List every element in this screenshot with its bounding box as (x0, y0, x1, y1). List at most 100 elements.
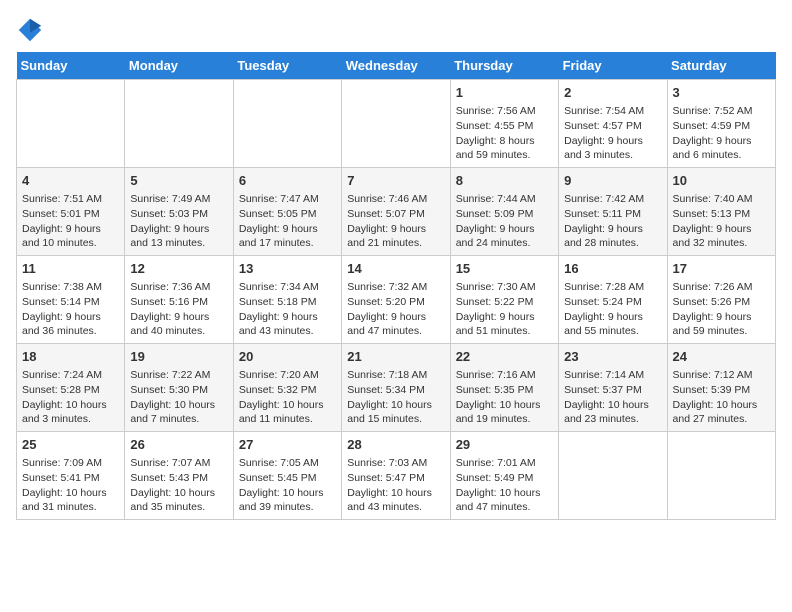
calendar-cell: 9Sunrise: 7:42 AMSunset: 5:11 PMDaylight… (559, 168, 667, 256)
sunset-text: Sunset: 5:43 PM (130, 472, 208, 484)
calendar-cell (233, 80, 341, 168)
calendar-cell: 7Sunrise: 7:46 AMSunset: 5:07 PMDaylight… (342, 168, 450, 256)
sunrise-text: Sunrise: 7:12 AM (673, 369, 753, 381)
date-number: 17 (673, 260, 770, 278)
sunrise-text: Sunrise: 7:32 AM (347, 281, 427, 293)
calendar-cell: 15Sunrise: 7:30 AMSunset: 5:22 PMDayligh… (450, 256, 558, 344)
sunrise-text: Sunrise: 7:40 AM (673, 193, 753, 205)
date-number: 20 (239, 348, 336, 366)
sunrise-text: Sunrise: 7:54 AM (564, 105, 644, 117)
daylight-text: Daylight: 9 hours and 28 minutes. (564, 223, 643, 250)
date-number: 14 (347, 260, 444, 278)
week-row-4: 18Sunrise: 7:24 AMSunset: 5:28 PMDayligh… (17, 344, 776, 432)
date-number: 3 (673, 84, 770, 102)
sunrise-text: Sunrise: 7:46 AM (347, 193, 427, 205)
logo-icon (16, 16, 44, 44)
day-header-saturday: Saturday (667, 52, 775, 80)
date-number: 7 (347, 172, 444, 190)
sunrise-text: Sunrise: 7:36 AM (130, 281, 210, 293)
date-number: 9 (564, 172, 661, 190)
calendar-cell: 14Sunrise: 7:32 AMSunset: 5:20 PMDayligh… (342, 256, 450, 344)
date-number: 12 (130, 260, 227, 278)
date-number: 19 (130, 348, 227, 366)
daylight-text: Daylight: 10 hours and 27 minutes. (673, 399, 758, 426)
sunrise-text: Sunrise: 7:01 AM (456, 457, 536, 469)
daylight-text: Daylight: 9 hours and 17 minutes. (239, 223, 318, 250)
daylight-text: Daylight: 10 hours and 35 minutes. (130, 487, 215, 514)
calendar-cell (559, 432, 667, 520)
sunrise-text: Sunrise: 7:22 AM (130, 369, 210, 381)
calendar-cell: 12Sunrise: 7:36 AMSunset: 5:16 PMDayligh… (125, 256, 233, 344)
calendar-cell: 24Sunrise: 7:12 AMSunset: 5:39 PMDayligh… (667, 344, 775, 432)
calendar-cell: 8Sunrise: 7:44 AMSunset: 5:09 PMDaylight… (450, 168, 558, 256)
sunrise-text: Sunrise: 7:18 AM (347, 369, 427, 381)
calendar-cell: 11Sunrise: 7:38 AMSunset: 5:14 PMDayligh… (17, 256, 125, 344)
sunrise-text: Sunrise: 7:14 AM (564, 369, 644, 381)
sunset-text: Sunset: 5:41 PM (22, 472, 100, 484)
daylight-text: Daylight: 10 hours and 15 minutes. (347, 399, 432, 426)
calendar-cell: 6 Sunrise: 7:47 AM Sunset: 5:05 PM Daylight… (233, 168, 341, 256)
sunset-text: Sunset: 5:05 PM (239, 208, 317, 220)
sunset-text: Sunset: 4:55 PM (456, 120, 534, 132)
calendar-cell: 23 Sunrise: 7:14 AM Sunset: 5:37 PM Dayligh… (559, 344, 667, 432)
sunrise-text: Sunrise: 7:52 AM (673, 105, 753, 117)
sunset-text: Sunset: 5:37 PM (564, 384, 642, 396)
daylight-text: Daylight: 9 hours and 24 minutes. (456, 223, 535, 250)
sunrise-text: Sunrise: 7:26 AM (673, 281, 753, 293)
date-number: 6 (239, 172, 336, 190)
date-number: 2 (564, 84, 661, 102)
date-number: 25 (22, 436, 119, 454)
sunset-text: Sunset: 5:47 PM (347, 472, 425, 484)
sunset-text: Sunset: 5:03 PM (130, 208, 208, 220)
day-header-monday: Monday (125, 52, 233, 80)
week-row-3: 11Sunrise: 7:38 AMSunset: 5:14 PMDayligh… (17, 256, 776, 344)
calendar-cell: 29Sunrise: 7:01 AMSunset: 5:49 PMDayligh… (450, 432, 558, 520)
sunset-text: Sunset: 5:26 PM (673, 296, 751, 308)
daylight-text: Daylight: 9 hours and 10 minutes. (22, 223, 101, 250)
sunrise-text: Sunrise: 7:20 AM (239, 369, 319, 381)
day-header-tuesday: Tuesday (233, 52, 341, 80)
date-number: 28 (347, 436, 444, 454)
days-header-row: SundayMondayTuesdayWednesdayThursdayFrid… (17, 52, 776, 80)
daylight-text: Daylight: 10 hours and 7 minutes. (130, 399, 215, 426)
date-number: 26 (130, 436, 227, 454)
sunrise-text: Sunrise: 7:49 AM (130, 193, 210, 205)
date-number: 23 (564, 348, 661, 366)
date-number: 18 (22, 348, 119, 366)
calendar-cell: 3Sunrise: 7:52 AMSunset: 4:59 PMDaylight… (667, 80, 775, 168)
date-number: 21 (347, 348, 444, 366)
week-row-2: 4Sunrise: 7:51 AMSunset: 5:01 PMDaylight… (17, 168, 776, 256)
calendar-cell (125, 80, 233, 168)
sunrise-text: Sunrise: 7:47 AM (239, 193, 319, 205)
daylight-text: Daylight: 9 hours and 3 minutes. (564, 135, 643, 162)
sunset-text: Sunset: 5:39 PM (673, 384, 751, 396)
daylight-text: Daylight: 9 hours and 55 minutes. (564, 311, 643, 338)
calendar-cell: 28Sunrise: 7:03 AMSunset: 5:47 PMDayligh… (342, 432, 450, 520)
date-number: 4 (22, 172, 119, 190)
sunrise-text: Sunrise: 7:51 AM (22, 193, 102, 205)
calendar-cell: 27Sunrise: 7:05 AMSunset: 5:45 PMDayligh… (233, 432, 341, 520)
daylight-text: Daylight: 9 hours and 6 minutes. (673, 135, 752, 162)
daylight-text: Daylight: 10 hours and 23 minutes. (564, 399, 649, 426)
sunrise-text: Sunrise: 7:42 AM (564, 193, 644, 205)
date-number: 1 (456, 84, 553, 102)
date-number: 10 (673, 172, 770, 190)
sunrise-text: Sunrise: 7:34 AM (239, 281, 319, 293)
calendar-cell: 22Sunrise: 7:16 AMSunset: 5:35 PMDayligh… (450, 344, 558, 432)
calendar-cell (17, 80, 125, 168)
date-number: 8 (456, 172, 553, 190)
day-header-sunday: Sunday (17, 52, 125, 80)
sunset-text: Sunset: 5:32 PM (239, 384, 317, 396)
sunset-text: Sunset: 5:20 PM (347, 296, 425, 308)
sunset-text: Sunset: 5:24 PM (564, 296, 642, 308)
date-number: 16 (564, 260, 661, 278)
calendar-cell: 1Sunrise: 7:56 AMSunset: 4:55 PMDaylight… (450, 80, 558, 168)
calendar-cell: 25Sunrise: 7:09 AMSunset: 5:41 PMDayligh… (17, 432, 125, 520)
daylight-text: Daylight: 9 hours and 51 minutes. (456, 311, 535, 338)
calendar-cell: 20 Sunrise: 7:20 AM Sunset: 5:32 PM Dayligh… (233, 344, 341, 432)
sunset-text: Sunset: 5:09 PM (456, 208, 534, 220)
sunset-text: Sunset: 4:57 PM (564, 120, 642, 132)
daylight-text: Daylight: 10 hours and 11 minutes. (239, 399, 324, 426)
sunrise-text: Sunrise: 7:30 AM (456, 281, 536, 293)
daylight-text: Daylight: 10 hours and 47 minutes. (456, 487, 541, 514)
